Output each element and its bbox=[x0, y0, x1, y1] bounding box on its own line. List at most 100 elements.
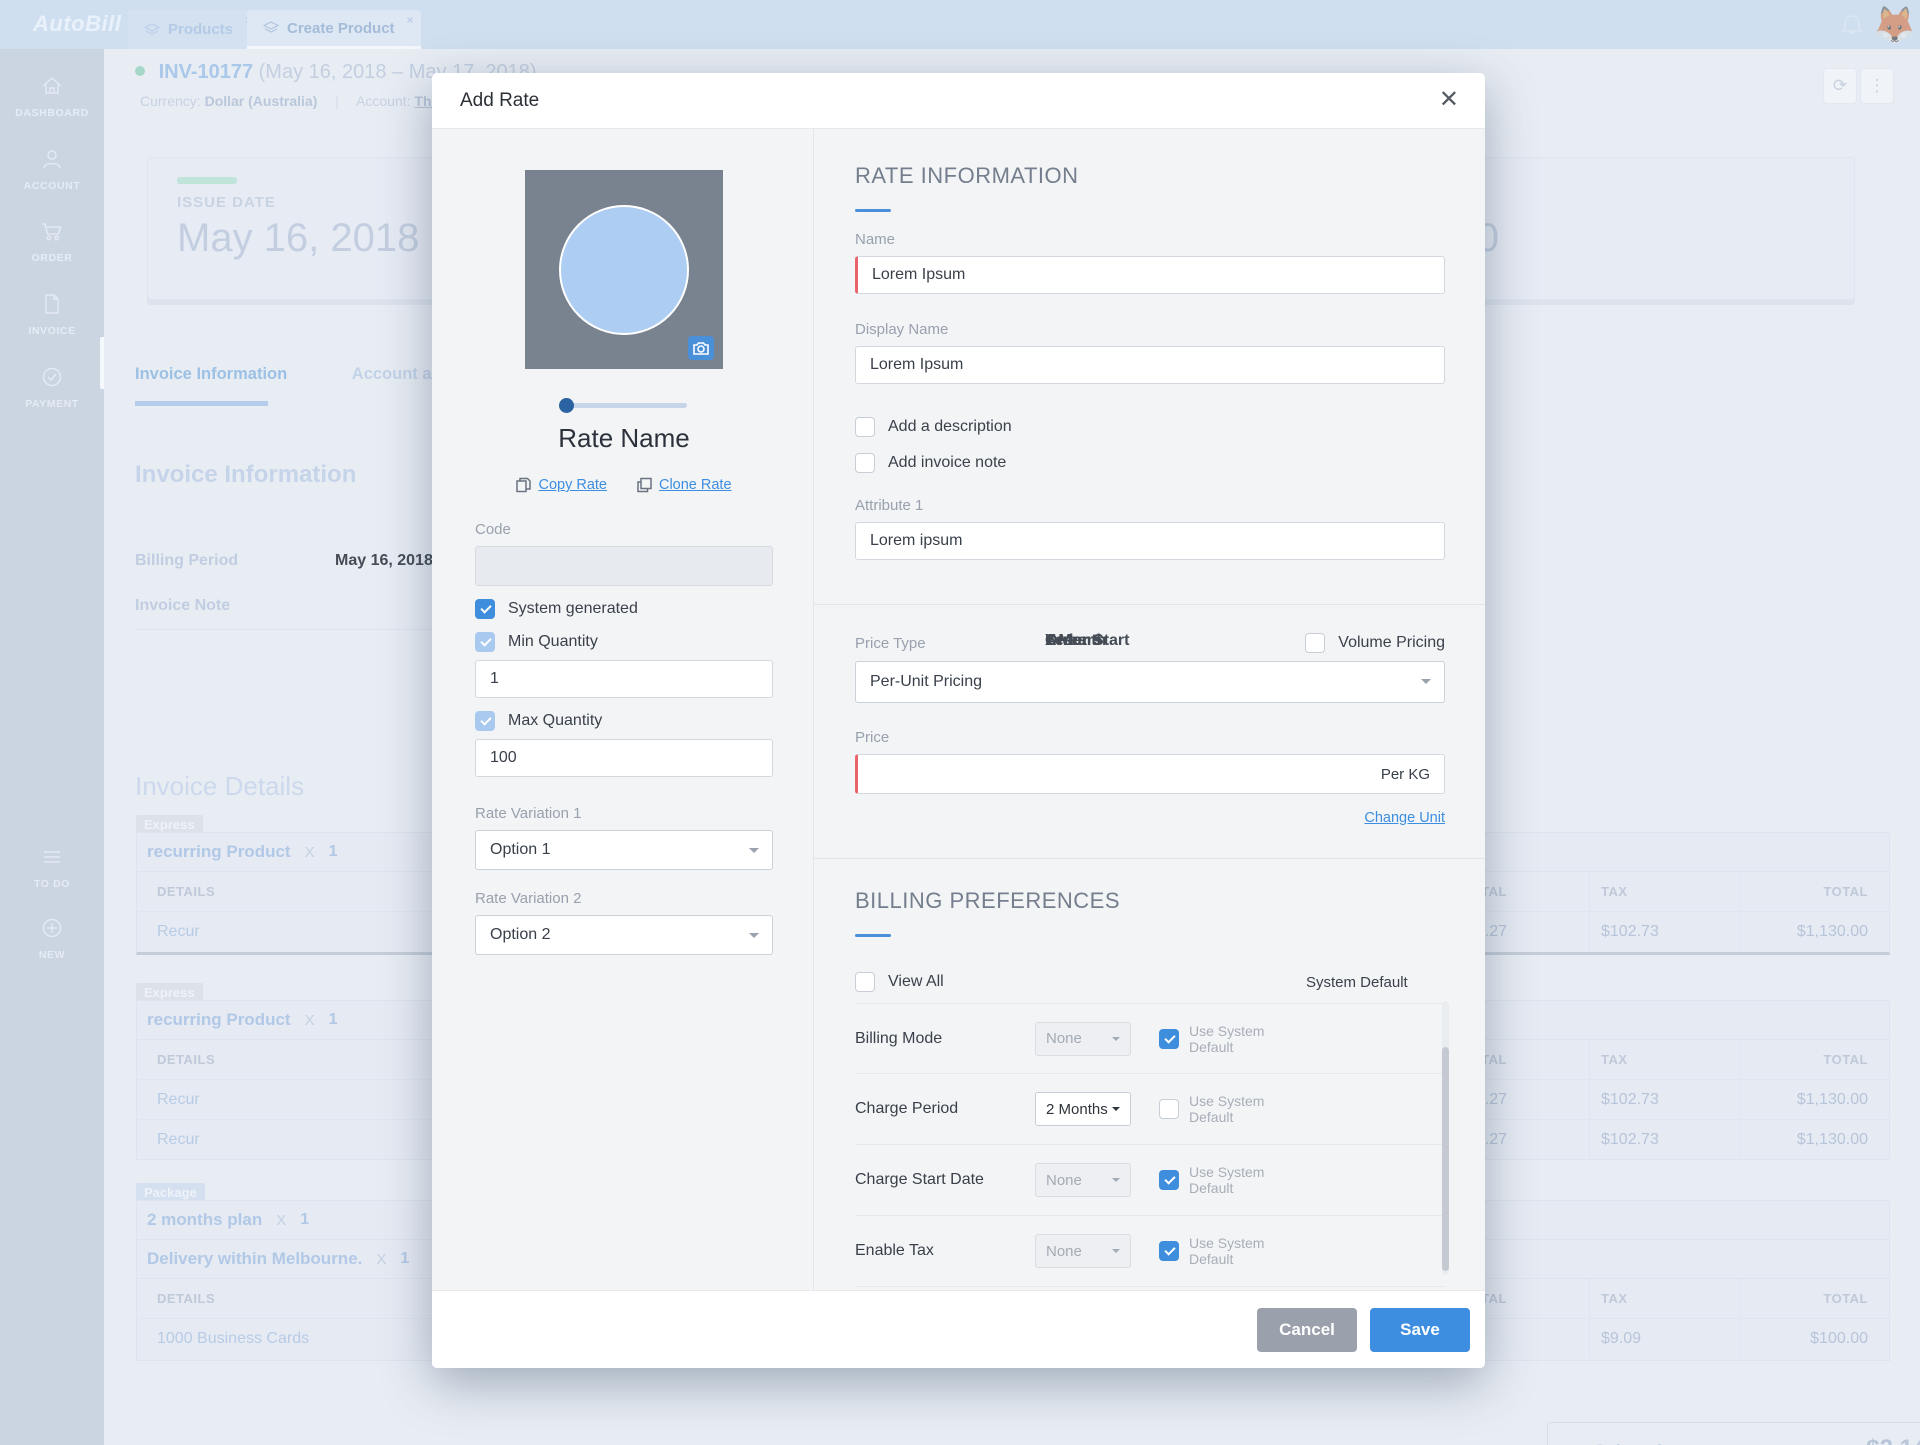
add-invoice-note-checkbox[interactable] bbox=[855, 453, 875, 473]
product-name[interactable]: recurring Product bbox=[147, 1010, 291, 1030]
max-quantity-input[interactable]: 100 bbox=[475, 739, 773, 777]
price-type-select[interactable]: Per-Unit Pricing bbox=[855, 661, 1445, 703]
save-button[interactable]: Save bbox=[1370, 1308, 1470, 1352]
user-avatar[interactable]: 🦊 bbox=[1872, 2, 1916, 47]
scrollbar-thumb[interactable] bbox=[1442, 1047, 1449, 1271]
divider: | bbox=[335, 93, 339, 109]
image-zoom-slider[interactable] bbox=[562, 403, 687, 408]
use-system-default-checkbox[interactable] bbox=[1159, 1099, 1179, 1119]
qty-value: 1 bbox=[329, 1011, 338, 1029]
row-tax: $9.09 bbox=[1589, 1319, 1739, 1359]
change-unit-link[interactable]: Change Unit bbox=[855, 810, 1445, 826]
sidebar-item-invoice[interactable]: INVOICE bbox=[0, 291, 104, 337]
view-all-label: View All bbox=[888, 973, 944, 991]
upload-photo-button[interactable] bbox=[688, 336, 714, 360]
sidebar-nav: DASHBOARD ACCOUNT ORDER INVOICE PAYMENT … bbox=[0, 49, 104, 1445]
clone-rate-link[interactable]: Clone Rate bbox=[637, 477, 732, 493]
rate-information-heading: RATE INFORMATION bbox=[855, 163, 1445, 189]
refresh-icon: ⟳ bbox=[1833, 76, 1847, 95]
product-name[interactable]: recurring Product bbox=[147, 842, 291, 862]
row-tax: $102.73 bbox=[1589, 1120, 1739, 1160]
min-quantity-row: Min Quantity bbox=[475, 632, 773, 652]
sidebar-item-dashboard[interactable]: DASHBOARD bbox=[0, 73, 104, 119]
sidebar-item-payment[interactable]: PAYMENT bbox=[0, 364, 104, 410]
billing-row-charge-start-date: Charge Start Date None Use System Defaul… bbox=[855, 1145, 1445, 1216]
home-icon bbox=[39, 73, 65, 99]
rate-image-placeholder[interactable] bbox=[525, 170, 723, 369]
max-quantity-checkbox[interactable] bbox=[475, 711, 495, 731]
charge-period-select[interactable]: 2 Months bbox=[1035, 1092, 1131, 1126]
modal-header: Add Rate ✕ bbox=[432, 73, 1485, 129]
slider-handle[interactable] bbox=[559, 398, 574, 413]
chevron-down-icon bbox=[1112, 1107, 1120, 1115]
chevron-down-icon bbox=[1112, 1249, 1120, 1257]
sidebar-item-label: INVOICE bbox=[0, 325, 104, 337]
qty-x: X bbox=[305, 844, 315, 861]
use-system-default-checkbox[interactable] bbox=[1159, 1241, 1179, 1261]
invoice-note-label: Invoice Note bbox=[135, 597, 230, 615]
sidebar-item-todo[interactable]: TO DO bbox=[0, 844, 104, 890]
nav-tab-create-product[interactable]: Create Product × bbox=[247, 10, 421, 49]
row-total: $1,130.00 bbox=[1739, 1080, 1889, 1119]
qty-value: 1 bbox=[300, 1211, 309, 1229]
billing-mode-select: None bbox=[1035, 1022, 1131, 1056]
rate-variation-2-select[interactable]: Option 2 bbox=[475, 915, 773, 955]
volume-pricing-checkbox[interactable] bbox=[1305, 633, 1325, 653]
billing-row-billing-mode: Billing Mode None Use System Default Arr… bbox=[855, 1003, 1445, 1074]
system-generated-checkbox[interactable] bbox=[475, 599, 495, 619]
copy-rate-label[interactable]: Copy Rate bbox=[538, 477, 607, 493]
more-options-button[interactable]: ⋮ bbox=[1860, 68, 1894, 104]
rate-variation-1-select[interactable]: Option 1 bbox=[475, 830, 773, 870]
display-name-input[interactable]: Lorem Ipsum bbox=[855, 346, 1445, 384]
system-default-header: System Default bbox=[1306, 974, 1445, 991]
col-tax: TAX bbox=[1589, 1279, 1739, 1318]
use-system-default-checkbox[interactable] bbox=[1159, 1170, 1179, 1190]
sidebar-item-account[interactable]: ACCOUNT bbox=[0, 146, 104, 192]
clone-rate-label[interactable]: Clone Rate bbox=[659, 477, 732, 493]
billing-period-value: May 16, 2018 – bbox=[335, 552, 446, 570]
invoice-id[interactable]: INV-10177 bbox=[159, 61, 254, 83]
max-quantity-label: Max Quantity bbox=[508, 712, 602, 730]
row-total: $100.00 bbox=[1739, 1319, 1889, 1359]
nav-tab-products[interactable]: Products × bbox=[128, 10, 259, 49]
sidebar-item-order[interactable]: ORDER bbox=[0, 218, 104, 264]
heading-accent bbox=[855, 934, 891, 937]
sidebar-item-new[interactable]: NEW bbox=[0, 915, 104, 961]
add-description-checkbox[interactable] bbox=[855, 417, 875, 437]
attribute-1-input[interactable]: Lorem ipsum bbox=[855, 522, 1445, 560]
min-quantity-input[interactable]: 1 bbox=[475, 660, 773, 698]
subtotal-value: $2,145.45 bbox=[1866, 1435, 1920, 1445]
close-icon[interactable]: ✕ bbox=[1439, 87, 1459, 113]
view-all-checkbox[interactable] bbox=[855, 972, 875, 992]
add-invoice-note-row: Add invoice note bbox=[855, 453, 1445, 473]
camera-icon bbox=[693, 341, 709, 355]
add-description-row: Add a description bbox=[855, 417, 1445, 437]
use-system-default-group: Use System Default bbox=[1159, 1164, 1306, 1196]
price-type-label: Price Type bbox=[855, 635, 926, 652]
cart-icon bbox=[39, 218, 65, 244]
row-label: Charge Period bbox=[855, 1100, 1035, 1118]
use-system-default-label: Use System Default bbox=[1189, 1235, 1306, 1267]
min-quantity-label: Min Quantity bbox=[508, 633, 598, 651]
invoice-meta: Currency: Dollar (Australia) | Account: … bbox=[140, 93, 477, 109]
min-quantity-checkbox[interactable] bbox=[475, 632, 495, 652]
modal-title: Add Rate bbox=[460, 90, 539, 112]
name-input[interactable]: Lorem Ipsum bbox=[855, 256, 1445, 294]
package-item-name[interactable]: Delivery within Melbourne. bbox=[147, 1249, 362, 1269]
code-input bbox=[475, 546, 773, 586]
use-system-default-label: Use System Default bbox=[1189, 1023, 1306, 1055]
refresh-button[interactable]: ⟳ bbox=[1823, 68, 1857, 104]
notifications-bell-icon[interactable] bbox=[1838, 12, 1866, 40]
card-accent-bar bbox=[177, 177, 237, 184]
price-input[interactable]: Per KG bbox=[855, 754, 1445, 794]
sidebar-item-label: NEW bbox=[0, 949, 104, 961]
add-rate-modal: Add Rate ✕ Rate Name Copy Rate bbox=[432, 73, 1485, 1368]
cancel-button[interactable]: Cancel bbox=[1257, 1308, 1357, 1352]
package-item-name[interactable]: 2 months plan bbox=[147, 1210, 262, 1230]
use-system-default-checkbox[interactable] bbox=[1159, 1029, 1179, 1049]
close-tab-icon[interactable]: × bbox=[407, 13, 414, 27]
billing-scrollbar[interactable] bbox=[1442, 1001, 1449, 1275]
modal-body: Rate Name Copy Rate Clone Rate Code Syst… bbox=[432, 129, 1485, 1290]
tab-invoice-information[interactable]: Invoice Information bbox=[135, 365, 287, 383]
copy-rate-link[interactable]: Copy Rate bbox=[516, 477, 607, 493]
